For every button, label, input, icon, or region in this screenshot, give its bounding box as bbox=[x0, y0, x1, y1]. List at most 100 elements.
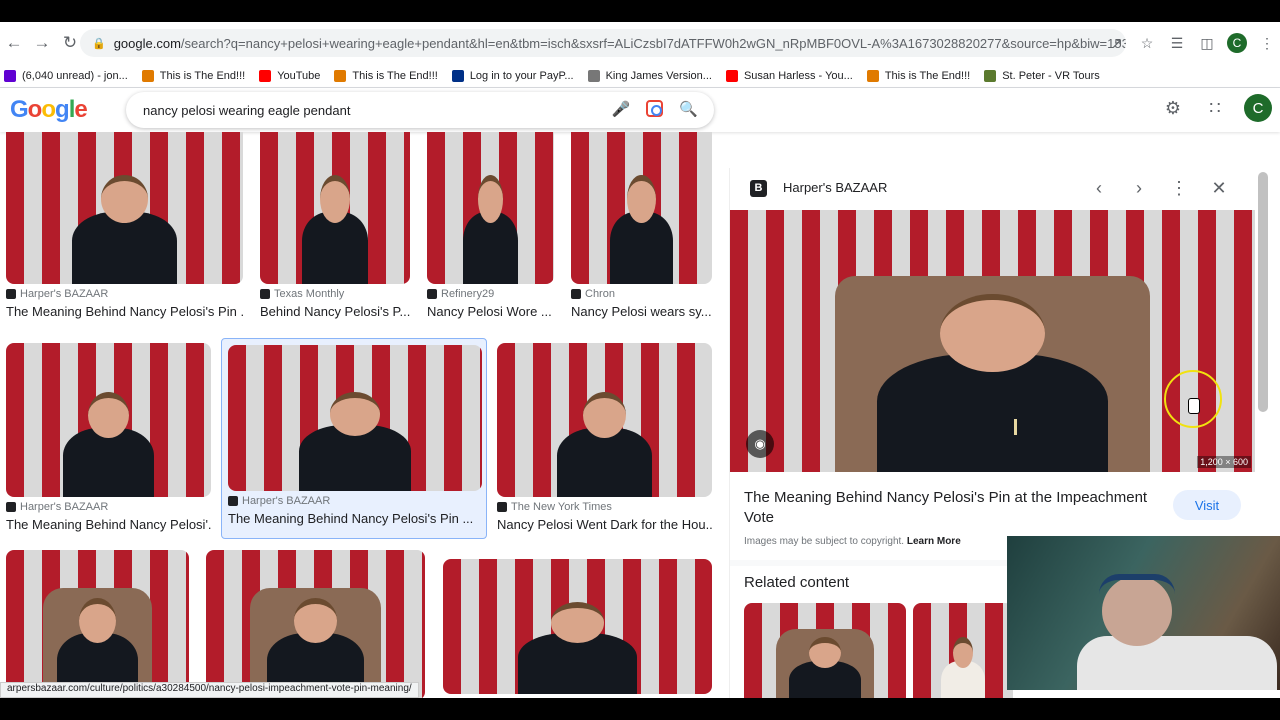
google-lens-icon[interactable] bbox=[646, 100, 664, 117]
bookmark-favicon-icon bbox=[866, 69, 879, 82]
logo-letter: e bbox=[74, 96, 87, 123]
logo-letter: o bbox=[27, 96, 43, 123]
related-content-heading: Related content bbox=[744, 574, 850, 591]
result-title[interactable]: Nancy Pelosi wears sy... bbox=[571, 304, 712, 319]
reading-list-icon[interactable]: ☰ bbox=[1164, 29, 1190, 57]
settings-gear-icon[interactable]: ⚙ bbox=[1160, 98, 1186, 119]
forward-icon[interactable]: → bbox=[28, 29, 56, 57]
result-title[interactable]: The Meaning Behind Nancy Pelosi'... bbox=[6, 517, 211, 532]
image-result-card[interactable]: Texas Monthly Behind Nancy Pelosi's P... bbox=[260, 132, 410, 328]
bookmark-item[interactable]: This is The End!!! bbox=[866, 69, 970, 82]
result-source: Harper's BAZAAR bbox=[228, 495, 330, 507]
thumbnail-photo bbox=[228, 345, 482, 491]
bookmark-label: This is The End!!! bbox=[159, 69, 246, 82]
close-icon[interactable]: ✕ bbox=[1207, 176, 1231, 200]
result-thumbnail[interactable] bbox=[228, 345, 482, 491]
result-thumbnail[interactable] bbox=[443, 559, 712, 694]
search-icon[interactable]: 🔍 bbox=[679, 100, 698, 118]
thumbnail-photo bbox=[497, 343, 712, 497]
preview-title[interactable]: The Meaning Behind Nancy Pelosi's Pin at… bbox=[744, 488, 1164, 528]
bookmark-favicon-icon bbox=[587, 69, 600, 82]
previous-icon[interactable]: ‹ bbox=[1087, 176, 1111, 200]
back-icon[interactable]: ← bbox=[0, 29, 28, 57]
panel-scrollbar[interactable] bbox=[1258, 172, 1268, 412]
result-source: Chron bbox=[571, 288, 615, 300]
bookmark-favicon-icon bbox=[984, 69, 997, 82]
profile-avatar: C bbox=[1227, 33, 1247, 53]
more-options-icon[interactable]: ⋮ bbox=[1167, 176, 1191, 200]
result-thumbnail[interactable] bbox=[571, 132, 712, 284]
image-result-card[interactable]: Chron Nancy Pelosi wears sy... bbox=[571, 132, 712, 328]
microphone-icon[interactable]: 🎤 bbox=[612, 100, 631, 118]
side-panel-icon[interactable]: ◫ bbox=[1194, 29, 1220, 57]
thumbnail-photo bbox=[206, 550, 425, 698]
google-logo[interactable]: Google bbox=[10, 96, 88, 124]
image-dimensions: 1,200 × 600 bbox=[1197, 456, 1251, 468]
profile-button[interactable]: C bbox=[1224, 29, 1250, 57]
result-thumbnail[interactable] bbox=[6, 550, 189, 698]
browser-window: ← → ↻ 🔒 google.com/search?q=nancy+pelosi… bbox=[0, 22, 1280, 698]
result-title[interactable]: Nancy Pelosi Wore ... bbox=[427, 304, 554, 319]
figure-head bbox=[320, 175, 350, 224]
result-thumbnail[interactable] bbox=[497, 343, 712, 497]
image-result-card[interactable] bbox=[206, 550, 425, 698]
image-result-card[interactable]: Refinery29 Nancy Pelosi Wore ... bbox=[427, 132, 554, 328]
bookmark-item[interactable]: Susan Harless - You... bbox=[725, 69, 853, 82]
url-bar[interactable]: 🔒 google.com/search?q=nancy+pelosi+weari… bbox=[80, 29, 1126, 57]
image-result-card[interactable]: Harper's BAZAAR The Meaning Behind Nancy … bbox=[221, 338, 487, 539]
image-results-grid: Harper's BAZAAR The Meaning Behind Nancy … bbox=[0, 132, 720, 698]
learn-more-link[interactable]: Learn More bbox=[907, 536, 961, 547]
figure-head bbox=[808, 636, 842, 669]
image-result-card[interactable]: Harper's BAZAAR The Meaning Behind Nancy … bbox=[6, 132, 243, 328]
result-title[interactable]: Behind Nancy Pelosi's P... bbox=[260, 304, 410, 319]
bookmark-item[interactable]: This is The End!!! bbox=[141, 69, 246, 82]
related-image[interactable] bbox=[744, 603, 906, 698]
image-result-card[interactable]: CultureMap Austin bbox=[443, 559, 712, 698]
bookmark-item[interactable]: (6,040 unread) - jon... bbox=[4, 69, 128, 82]
bookmark-item[interactable]: YouTube bbox=[259, 69, 320, 82]
result-title[interactable]: Nancy Pelosi Went Dark for the Hou... bbox=[497, 517, 712, 532]
image-result-card[interactable]: Harper's BAZAAR The Meaning Behind Nancy … bbox=[6, 343, 211, 541]
menu-icon[interactable]: ⋮ bbox=[1254, 29, 1280, 57]
apps-grid-icon[interactable]: ∷ bbox=[1202, 98, 1228, 119]
share-icon[interactable]: ↗ bbox=[1104, 29, 1130, 57]
next-icon[interactable]: › bbox=[1127, 176, 1151, 200]
source-favicon-icon bbox=[6, 289, 16, 299]
source-favicon-icon bbox=[427, 289, 437, 299]
result-title[interactable]: The Meaning Behind Nancy Pelosi's Pin ..… bbox=[228, 511, 482, 526]
google-header: Google nancy pelosi wearing eagle pendan… bbox=[0, 88, 1280, 132]
visit-button[interactable]: Visit bbox=[1173, 490, 1241, 520]
bookmark-favicon-icon bbox=[725, 69, 738, 82]
result-thumbnail[interactable] bbox=[6, 132, 243, 284]
result-thumbnail[interactable] bbox=[206, 550, 425, 698]
bookmark-favicon-icon bbox=[141, 69, 154, 82]
thumbnail-photo bbox=[6, 343, 211, 497]
result-thumbnail[interactable] bbox=[260, 132, 410, 284]
image-result-card[interactable]: The New York Times Nancy Pelosi Went Dark… bbox=[497, 343, 712, 541]
preview-image[interactable]: ◉ 1,200 × 600 bbox=[730, 210, 1255, 472]
source-label: Harper's BAZAAR bbox=[20, 501, 109, 513]
related-image[interactable] bbox=[913, 603, 1013, 698]
result-source: Harper's BAZAAR bbox=[6, 501, 108, 513]
bookmark-item[interactable]: Log in to your PayP... bbox=[451, 69, 574, 82]
hand-cursor-icon bbox=[1188, 398, 1200, 414]
source-favicon-icon: B bbox=[750, 180, 767, 197]
bookmark-item[interactable]: St. Peter - VR Tours bbox=[984, 69, 1100, 82]
result-thumbnail[interactable] bbox=[6, 343, 211, 497]
image-result-card[interactable] bbox=[6, 550, 189, 698]
search-input[interactable]: nancy pelosi wearing eagle pendant 🎤 🔍 bbox=[126, 92, 714, 128]
result-thumbnail[interactable] bbox=[427, 132, 554, 284]
bookmark-item[interactable]: This is The End!!! bbox=[334, 69, 438, 82]
source-favicon-icon bbox=[571, 289, 581, 299]
account-avatar[interactable]: C bbox=[1244, 94, 1272, 122]
result-title[interactable]: The Meaning Behind Nancy Pelosi's Pin ..… bbox=[6, 304, 243, 319]
panel-source-name[interactable]: Harper's BAZAAR bbox=[783, 180, 887, 195]
bookmark-label: King James Version... bbox=[605, 69, 712, 82]
visual-search-icon[interactable]: ◉ bbox=[746, 430, 774, 458]
copyright-text: Images may be subject to copyright. bbox=[744, 536, 905, 547]
bookmark-item[interactable]: King James Version... bbox=[587, 69, 712, 82]
bookmark-label: Log in to your PayP... bbox=[469, 69, 574, 82]
bookmark-star-icon[interactable]: ☆ bbox=[1134, 29, 1160, 57]
url-path: /search?q=nancy+pelosi+wearing+eagle+pen… bbox=[180, 35, 1126, 51]
related-photo bbox=[744, 603, 906, 698]
